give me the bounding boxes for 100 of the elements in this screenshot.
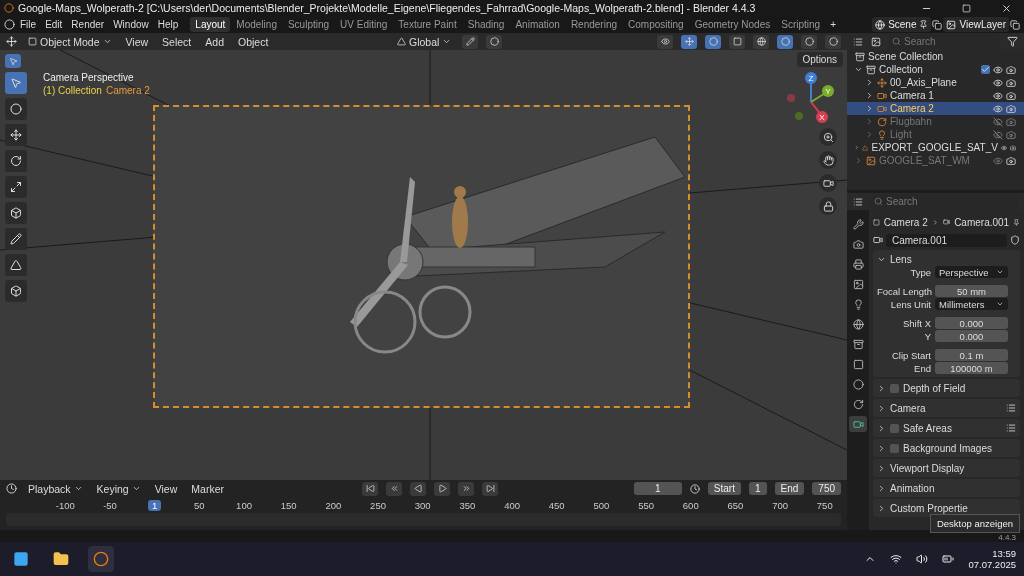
collapsed-panel[interactable]: Camera: [873, 399, 1020, 417]
scene-selector[interactable]: Scene: [872, 17, 932, 32]
scale-tool-button[interactable]: [5, 176, 27, 198]
menu-item[interactable]: View: [151, 482, 181, 495]
wireframe-button[interactable]: [753, 34, 769, 49]
outliner-row[interactable]: Camera 1: [847, 89, 1024, 102]
workspace-tab[interactable]: Scripting: [776, 17, 826, 32]
rotate-tool-button[interactable]: [5, 150, 27, 172]
start-frame-field[interactable]: 1: [748, 482, 767, 495]
wifi-icon[interactable]: [890, 553, 903, 565]
expand-icon[interactable]: [854, 143, 860, 152]
datablock-field[interactable]: Camera.001: [886, 233, 1007, 247]
collapsed-panel[interactable]: Safe Areas: [873, 419, 1020, 437]
annotate-tool-button[interactable]: [5, 228, 27, 250]
lock-button[interactable]: [819, 197, 837, 215]
gizmo-button[interactable]: [681, 34, 697, 49]
presets-icon[interactable]: [1006, 403, 1016, 413]
filter-icon[interactable]: [1007, 36, 1018, 47]
jump-end-button[interactable]: [482, 481, 499, 496]
eye-icon[interactable]: [993, 77, 1003, 88]
outliner-row[interactable]: Collection: [847, 63, 1024, 76]
visibility-button[interactable]: [657, 34, 673, 49]
expand-icon[interactable]: [865, 78, 874, 87]
workspace-tab[interactable]: Rendering: [565, 17, 623, 32]
menu-item[interactable]: File: [16, 18, 41, 31]
workspace-tab[interactable]: Layout: [190, 17, 231, 32]
outliner-row[interactable]: EXPORT_GOOGLE_SAT_V: [847, 141, 1024, 154]
next-key-button[interactable]: [458, 481, 475, 496]
proportional-button[interactable]: [486, 34, 503, 49]
camera-tab[interactable]: [849, 416, 867, 432]
number-field[interactable]: 0.1 m: [935, 349, 1008, 361]
mode-dropdown[interactable]: Object Mode: [25, 35, 115, 48]
menu-item[interactable]: View: [122, 35, 152, 48]
rendered-button[interactable]: [825, 34, 841, 49]
current-frame-marker[interactable]: 1: [148, 499, 162, 511]
collapsed-panel[interactable]: Viewport Display: [873, 459, 1020, 477]
outliner-row[interactable]: 00_Axis_Plane: [847, 76, 1024, 89]
volume-icon[interactable]: [916, 553, 929, 565]
eye-icon[interactable]: [993, 103, 1003, 114]
number-field[interactable]: 50 mm: [935, 285, 1008, 297]
clock[interactable]: 13:59 07.07.2025: [968, 548, 1016, 570]
editor-type-icon[interactable]: [6, 36, 17, 47]
menu-item[interactable]: Render: [67, 18, 109, 31]
workspace-tab[interactable]: Modeling: [231, 17, 282, 32]
workspace-tab[interactable]: Geometry Nodes: [689, 17, 776, 32]
options-button[interactable]: Options: [796, 52, 843, 67]
expand-icon[interactable]: [865, 104, 874, 113]
orientation-dropdown[interactable]: Global: [394, 35, 455, 48]
move-tool-button[interactable]: [5, 124, 27, 146]
transform-tool-button[interactable]: [5, 202, 27, 224]
cursor-tool-button[interactable]: [5, 98, 27, 120]
camera-view-button[interactable]: [819, 174, 837, 192]
shield-icon[interactable]: [1010, 235, 1020, 245]
solid-button[interactable]: [777, 34, 793, 49]
eye-icon[interactable]: [993, 64, 1003, 75]
number-field[interactable]: 0.000: [935, 330, 1008, 342]
menu-item[interactable]: Window: [109, 18, 153, 31]
menu-item[interactable]: Object: [235, 35, 272, 48]
workspace-tab[interactable]: Animation: [510, 17, 565, 32]
dropdown[interactable]: Perspective: [935, 266, 1008, 278]
play-button[interactable]: [434, 481, 451, 496]
end-frame-field[interactable]: 750: [812, 482, 841, 495]
overlay-button[interactable]: [705, 34, 721, 49]
view-layer-selector[interactable]: ViewLayer: [943, 17, 1009, 32]
menu-item[interactable]: Edit: [41, 18, 67, 31]
checkbox[interactable]: [890, 423, 899, 433]
dropdown[interactable]: Millimeters: [935, 298, 1008, 310]
menu-item[interactable]: Add: [202, 35, 227, 48]
collapsed-panel[interactable]: Custom Propertie: [873, 499, 1020, 517]
expand-icon[interactable]: [854, 65, 863, 74]
outliner-row[interactable]: Camera 2: [847, 102, 1024, 115]
outliner-row[interactable]: Scene Collection: [847, 50, 1024, 63]
checkbox[interactable]: [890, 383, 899, 393]
workspace-tab[interactable]: Sculpting: [282, 17, 335, 32]
pin-icon[interactable]: [1013, 217, 1020, 227]
measure-tool-button[interactable]: [5, 254, 27, 276]
copy-icon[interactable]: [932, 19, 943, 30]
snap-button[interactable]: [462, 34, 479, 49]
editor-type-icon[interactable]: [6, 483, 17, 494]
zoom-button[interactable]: [819, 128, 837, 146]
add-workspace-button[interactable]: +: [826, 18, 840, 31]
add-cube-tool-button[interactable]: [5, 280, 27, 302]
prev-key-button[interactable]: [386, 481, 403, 496]
workspace-tab[interactable]: UV Editing: [335, 17, 393, 32]
expand-icon[interactable]: [865, 91, 874, 100]
3d-viewport[interactable]: Camera Perspective (1) Collection Camera 2 Options Z Y X: [0, 50, 847, 480]
clock-icon[interactable]: [689, 483, 700, 494]
xray-button[interactable]: [729, 34, 745, 49]
material-button[interactable]: [801, 34, 817, 49]
current-frame-field[interactable]: 1: [633, 482, 682, 495]
eye-icon[interactable]: [993, 90, 1003, 101]
menu-item[interactable]: Playback: [25, 482, 86, 495]
jump-start-button[interactable]: [362, 481, 379, 496]
menu-item[interactable]: Select: [159, 35, 195, 48]
copy-icon[interactable]: [1010, 19, 1020, 30]
menu-item[interactable]: Marker: [188, 482, 227, 495]
select-tool-button[interactable]: [5, 72, 27, 94]
checkbox[interactable]: [890, 443, 899, 453]
battery-icon[interactable]: [942, 553, 955, 565]
select-mode-button[interactable]: [5, 54, 21, 68]
